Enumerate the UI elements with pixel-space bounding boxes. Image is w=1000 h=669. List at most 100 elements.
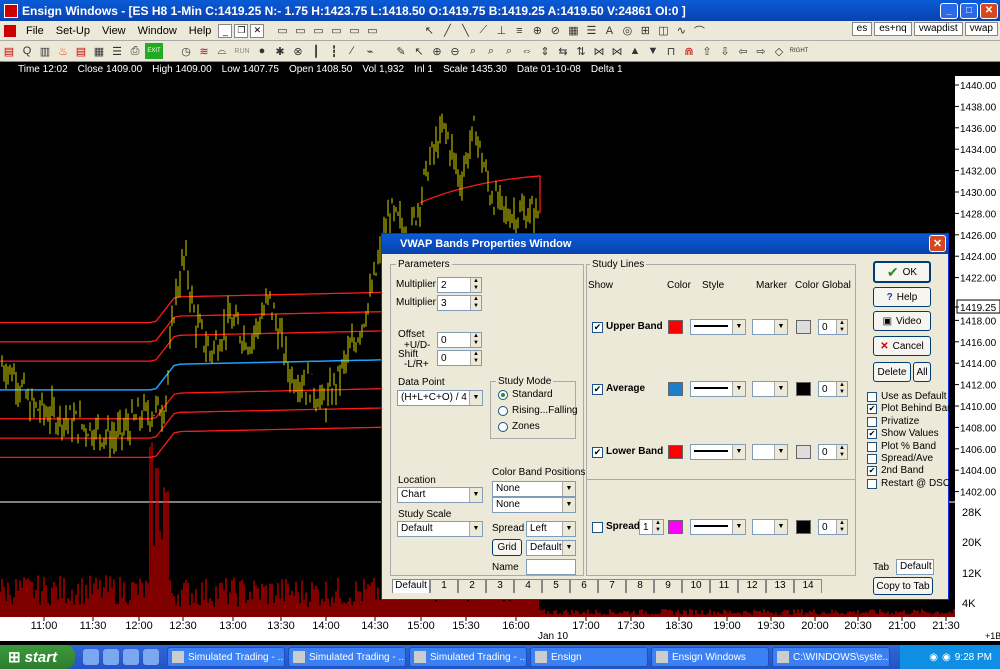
arrows-icon[interactable]: ⇅: [573, 43, 589, 59]
offset-spinner[interactable]: 0 ▲ ▼: [437, 332, 482, 348]
colorband1-select[interactable]: None ▼: [492, 481, 576, 497]
quote-icon[interactable]: Q: [19, 43, 35, 59]
option-checkbox[interactable]: [867, 416, 877, 427]
line-style-select[interactable]: ▼: [690, 519, 746, 535]
compress-icon[interactable]: ⇔: [519, 43, 535, 59]
arrow-right-icon[interactable]: ⇨: [753, 43, 769, 59]
menu-view[interactable]: View: [96, 25, 132, 37]
property-tab[interactable]: Default: [392, 579, 430, 593]
property-tab[interactable]: 13: [766, 579, 794, 593]
grid-select[interactable]: Default ▼: [526, 540, 576, 556]
line-global-spinner[interactable]: 0 ▲ ▼: [818, 444, 848, 460]
taskbar-item[interactable]: Simulated Trading - ...: [288, 647, 406, 667]
line-marker-select[interactable]: ▼: [752, 381, 788, 397]
dropdown-arrow-icon[interactable]: ▼: [469, 522, 482, 536]
browser-icon[interactable]: [103, 649, 119, 665]
arrows-icon[interactable]: ⇆: [555, 43, 571, 59]
line-global-spinner[interactable]: 0 ▲ ▼: [818, 319, 848, 335]
taskbar-item[interactable]: Simulated Trading - ...: [167, 647, 285, 667]
property-tab[interactable]: 4: [514, 579, 542, 593]
dropdown-arrow-icon[interactable]: ▼: [732, 445, 745, 459]
arrow-down-icon[interactable]: ⇩: [717, 43, 733, 59]
taskbar-item[interactable]: C:\WINDOWS\syste...: [772, 647, 890, 667]
draw-tool-icon[interactable]: ⊥: [493, 23, 509, 39]
option-checkbox[interactable]: [867, 441, 877, 452]
dropdown-arrow-icon[interactable]: ▼: [562, 482, 575, 496]
line-show-checkbox[interactable]: ✔: [592, 384, 603, 395]
property-tab[interactable]: 1: [430, 579, 458, 593]
line-color-swatch[interactable]: [668, 445, 683, 459]
expand-icon[interactable]: ⇕: [537, 43, 553, 59]
spread-spinner[interactable]: 1 ▲ ▼: [639, 519, 664, 535]
dropdown-arrow-icon[interactable]: ▼: [732, 320, 745, 334]
arrow-left-icon[interactable]: ⇦: [735, 43, 751, 59]
menu-setup[interactable]: Set-Up: [50, 25, 96, 37]
ok-button[interactable]: ✔ OK: [873, 261, 931, 283]
spinner-arrows-icon[interactable]: ▲ ▼: [470, 278, 481, 292]
line-style-select[interactable]: ▼: [690, 381, 746, 397]
line-color-swatch[interactable]: [668, 382, 683, 396]
spinner-arrows-icon[interactable]: ▲ ▼: [836, 520, 847, 534]
box-icon[interactable]: ▭: [310, 23, 326, 39]
grid-button[interactable]: Grid: [492, 539, 522, 556]
triangle-down-icon[interactable]: ▼: [645, 43, 661, 59]
draw-tool-icon[interactable]: ⊕: [529, 23, 545, 39]
firefox-icon[interactable]: [123, 649, 139, 665]
copy-to-tab-button[interactable]: Copy to Tab: [873, 577, 933, 595]
marker-color-swatch[interactable]: [796, 320, 811, 334]
line-style-select[interactable]: ▼: [690, 444, 746, 460]
property-tab[interactable]: 9: [654, 579, 682, 593]
bowtie-icon[interactable]: ⋈: [609, 43, 625, 59]
draw-tool-icon[interactable]: ⊘: [547, 23, 563, 39]
menu-file[interactable]: File: [20, 25, 50, 37]
exit-icon[interactable]: EXIT: [145, 43, 163, 59]
box-icon[interactable]: ▭: [274, 23, 290, 39]
dropdown-arrow-icon[interactable]: ▼: [774, 445, 787, 459]
wave-icon[interactable]: ≋: [196, 43, 212, 59]
property-tab[interactable]: 7: [598, 579, 626, 593]
cross-icon[interactable]: ⊗: [290, 43, 306, 59]
draw-tool-icon[interactable]: ◫: [655, 23, 671, 39]
menu-window[interactable]: Window: [132, 25, 183, 37]
tray-icon[interactable]: ◉: [929, 652, 938, 663]
shift-spinner[interactable]: 0 ▲ ▼: [437, 350, 482, 366]
line-show-checkbox[interactable]: ✔: [592, 447, 603, 458]
printer-icon[interactable]: ⎙: [127, 43, 143, 59]
chart-icon[interactable]: ▤: [73, 43, 89, 59]
line-style-select[interactable]: ▼: [690, 319, 746, 335]
dropdown-arrow-icon[interactable]: ▼: [774, 382, 787, 396]
dropdown-arrow-icon[interactable]: ▼: [774, 320, 787, 334]
draw-tool-icon[interactable]: ≡: [511, 23, 527, 39]
tray-icon[interactable]: ◉: [942, 652, 951, 663]
line-global-spinner[interactable]: 0 ▲ ▼: [818, 519, 848, 535]
property-tab[interactable]: 6: [570, 579, 598, 593]
dropdown-arrow-icon[interactable]: ▼: [469, 391, 482, 405]
option-checkbox[interactable]: ✔: [867, 466, 877, 477]
line-marker-select[interactable]: ▼: [752, 319, 788, 335]
bar-icon[interactable]: ▥: [37, 43, 53, 59]
property-tab[interactable]: 14: [794, 579, 822, 593]
help-button[interactable]: ? Help: [873, 287, 931, 307]
menu-help[interactable]: Help: [183, 25, 218, 37]
box-icon[interactable]: ▭: [328, 23, 344, 39]
property-tab[interactable]: 10: [682, 579, 710, 593]
cancel-button[interactable]: ✕ Cancel: [873, 336, 931, 356]
dropdown-arrow-icon[interactable]: ▼: [732, 382, 745, 396]
line-marker-select[interactable]: ▼: [752, 519, 788, 535]
option-checkbox[interactable]: ✔: [867, 404, 877, 415]
dropdown-arrow-icon[interactable]: ▼: [562, 541, 575, 555]
line-marker-select[interactable]: ▼: [752, 444, 788, 460]
draw-tool-icon[interactable]: ◎: [619, 23, 635, 39]
pointer-icon[interactable]: ↖: [411, 43, 427, 59]
spinner-arrows-icon[interactable]: ▲ ▼: [470, 296, 481, 310]
menu-app-icon[interactable]: [4, 24, 16, 37]
minimize-button[interactable]: _: [940, 2, 958, 19]
multiplier1-spinner[interactable]: 2 ▲ ▼: [437, 277, 482, 293]
desktop-icon[interactable]: [83, 649, 99, 665]
line-color-swatch[interactable]: [668, 320, 683, 334]
triangle-up-icon[interactable]: ▲: [627, 43, 643, 59]
draw-tool-icon[interactable]: ⌒: [691, 23, 707, 39]
mode-zones-radio[interactable]: [498, 422, 508, 432]
dropdown-arrow-icon[interactable]: ▼: [562, 498, 575, 512]
mdi-close-icon[interactable]: ✕: [250, 23, 265, 38]
